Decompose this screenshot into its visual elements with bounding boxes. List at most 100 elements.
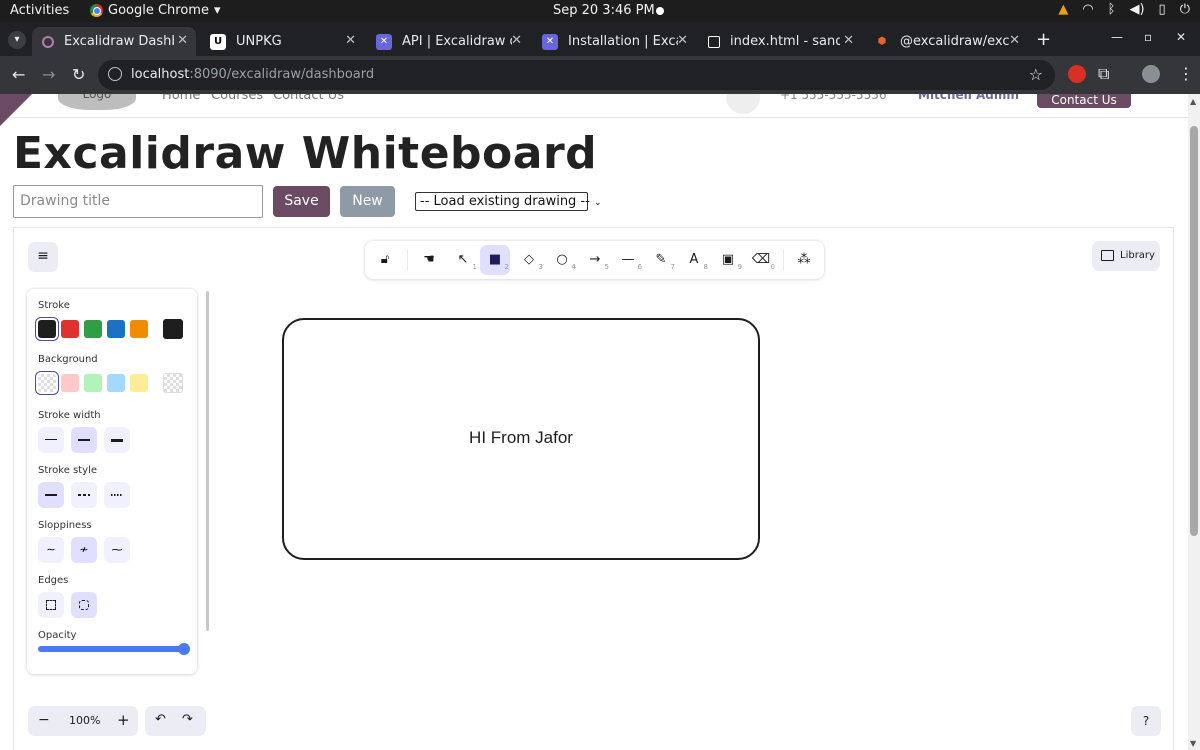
user-menu[interactable]: Mitchell Admin — [918, 94, 1019, 102]
shape-text[interactable]: HI From Jafor — [284, 428, 758, 448]
stroke-style-dashed[interactable] — [71, 482, 97, 508]
main-menu-button[interactable]: ≡ — [28, 242, 58, 272]
close-icon[interactable]: ✕ — [843, 33, 854, 48]
text-tool[interactable]: A8 — [679, 245, 709, 275]
rectangle-tool[interactable]: ■ 2 — [480, 245, 510, 275]
diamond-tool[interactable]: ◇ 3 — [514, 245, 544, 275]
excalidraw-canvas[interactable]: ≡ 🔓︎ ☚ ↖ 1 ■ 2 ◇ 3 ○ 4 → 5 —6 ✎ 7 A8 ▣ 9 ⌫ 0 ⁂ L… — [13, 227, 1174, 750]
more-tools-button[interactable]: ⁂ — [789, 245, 819, 275]
phone-number[interactable]: +1 555-555-5556 — [780, 94, 887, 102]
zoom-level[interactable]: 100% — [69, 714, 100, 727]
stroke-width-thin[interactable] — [38, 427, 64, 453]
site-info-icon[interactable] — [108, 67, 122, 81]
new-tab-button[interactable]: + — [1036, 29, 1051, 50]
system-tray[interactable]: ▲ ◠ ᛒ ◀) ▯ ⏻ — [1058, 2, 1190, 17]
library-button[interactable]: Library — [1092, 241, 1160, 271]
close-icon[interactable]: ✕ — [345, 33, 356, 48]
draw-tool[interactable]: ✎ 7 — [646, 245, 676, 275]
contact-us-button[interactable]: Contact Us — [1037, 94, 1131, 108]
drawing-title-input[interactable]: Drawing title — [13, 185, 263, 218]
forward-icon[interactable]: → — [42, 65, 55, 84]
back-icon[interactable]: ← — [12, 65, 25, 84]
close-icon[interactable]: ✕ — [177, 33, 188, 48]
stroke-color-orange[interactable] — [130, 320, 148, 338]
background-color-pink[interactable] — [61, 374, 79, 392]
extension-shield-icon[interactable] — [1068, 65, 1086, 83]
load-drawing-select[interactable]: -- Load existing drawing -- ⌄ — [415, 192, 602, 211]
minimize-icon[interactable]: — — [1111, 30, 1123, 44]
tab-label: API | Excalidraw de — [402, 34, 512, 49]
help-button[interactable]: ? — [1131, 706, 1161, 736]
line-tool[interactable]: —6 — [613, 245, 643, 275]
search-icon[interactable] — [726, 94, 760, 114]
new-button[interactable]: New — [340, 186, 395, 217]
redo-icon[interactable]: ↷ — [182, 712, 193, 727]
close-icon[interactable]: ✕ — [1009, 33, 1020, 48]
clock[interactable]: Sep 20 3:46 PM — [553, 3, 655, 18]
sloppiness-architect[interactable]: ∼ — [38, 537, 64, 563]
lock-tool[interactable]: 🔓︎ — [370, 245, 400, 275]
close-icon[interactable]: ✕ — [511, 33, 522, 48]
background-transparent[interactable] — [38, 374, 56, 392]
scroll-up-icon[interactable]: ▲ — [1190, 97, 1196, 106]
rectangle-shape[interactable]: HI From Jafor — [282, 318, 760, 560]
stroke-width-bold[interactable] — [71, 427, 97, 453]
sloppiness-artist[interactable]: ≁ — [71, 537, 97, 563]
maximize-icon[interactable]: ▫ — [1144, 30, 1152, 44]
selection-tool[interactable]: ↖ 1 — [448, 245, 478, 275]
zoom-in-button[interactable]: + — [117, 711, 130, 729]
activities-button[interactable]: Activities — [10, 3, 69, 18]
background-color-picker[interactable] — [163, 373, 183, 393]
tab-unpkg[interactable]: U UNPKG ✕ — [200, 27, 364, 56]
stroke-style-dotted[interactable] — [104, 482, 130, 508]
opacity-slider[interactable] — [38, 643, 190, 655]
ellipse-tool[interactable]: ○ 4 — [547, 245, 577, 275]
opacity-slider-handle[interactable] — [178, 643, 190, 655]
tab-npm-excalidraw[interactable]: ⬢ @excalidraw/excal ✕ — [864, 27, 1028, 56]
stroke-color-black[interactable] — [38, 320, 56, 338]
edges-sharp[interactable] — [38, 592, 64, 618]
tab-excalidraw-dashboard[interactable]: Excalidraw Dashbo ✕ — [32, 27, 196, 56]
tab-sandbox[interactable]: index.html - sandb ✕ — [698, 27, 862, 56]
site-logo[interactable]: Logo — [58, 94, 136, 110]
stroke-color-green[interactable] — [84, 320, 102, 338]
extensions-puzzle-icon[interactable]: ⧉ — [1098, 64, 1109, 84]
arrow-tool[interactable]: → 5 — [580, 245, 610, 275]
zoom-out-button[interactable]: − — [38, 712, 50, 728]
close-window-icon[interactable]: ✕ — [1176, 30, 1186, 44]
page-scrollbar[interactable]: ▲ ▼ — [1188, 94, 1200, 750]
reload-icon[interactable]: ↻ — [72, 65, 85, 84]
nav-link-home[interactable]: Home — [162, 94, 200, 103]
background-color-yellow[interactable] — [130, 374, 148, 392]
hand-tool[interactable]: ☚ — [414, 245, 444, 275]
tab-excalidraw-installation[interactable]: ✕ Installation | Excali ✕ — [532, 27, 696, 56]
profile-avatar[interactable] — [1142, 65, 1160, 83]
panel-scrollbar[interactable] — [206, 291, 209, 631]
stroke-color-picker[interactable] — [163, 319, 183, 339]
sloppiness-cartoonist[interactable]: ⁓ — [104, 537, 130, 563]
undo-icon[interactable]: ↶ — [155, 712, 166, 727]
address-bar[interactable]: localhost:8090/excalidraw/dashboard ☆ — [98, 60, 1055, 90]
save-button[interactable]: Save — [273, 186, 330, 217]
app-menu[interactable]: Google Chrome ▾ — [90, 3, 221, 18]
background-color-blue[interactable] — [107, 374, 125, 392]
edges-round[interactable] — [71, 592, 97, 618]
background-color-green[interactable] — [84, 374, 102, 392]
vlc-icon[interactable]: ▲ — [1058, 2, 1068, 17]
url-text[interactable]: localhost:8090/excalidraw/dashboard — [131, 67, 374, 82]
stroke-style-solid[interactable] — [38, 482, 64, 508]
stroke-width-extra-bold[interactable] — [104, 427, 130, 453]
nav-link-contact[interactable]: Contact Us — [273, 94, 344, 103]
browser-menu-icon[interactable]: ⋮ — [1178, 64, 1194, 83]
image-tool[interactable]: ▣ 9 — [713, 245, 743, 275]
eraser-tool[interactable]: ⌫ 0 — [746, 245, 776, 275]
stroke-color-blue[interactable] — [107, 320, 125, 338]
scrollbar-thumb[interactable] — [1190, 126, 1198, 536]
tab-search-button[interactable]: ▾ — [8, 31, 26, 49]
scroll-down-icon[interactable]: ▼ — [1190, 739, 1196, 748]
bookmark-star-icon[interactable]: ☆ — [1029, 65, 1043, 84]
stroke-color-red[interactable] — [61, 320, 79, 338]
close-icon[interactable]: ✕ — [677, 33, 688, 48]
nav-link-courses[interactable]: Courses — [211, 94, 263, 103]
tab-excalidraw-api[interactable]: ✕ API | Excalidraw de ✕ — [366, 27, 530, 56]
